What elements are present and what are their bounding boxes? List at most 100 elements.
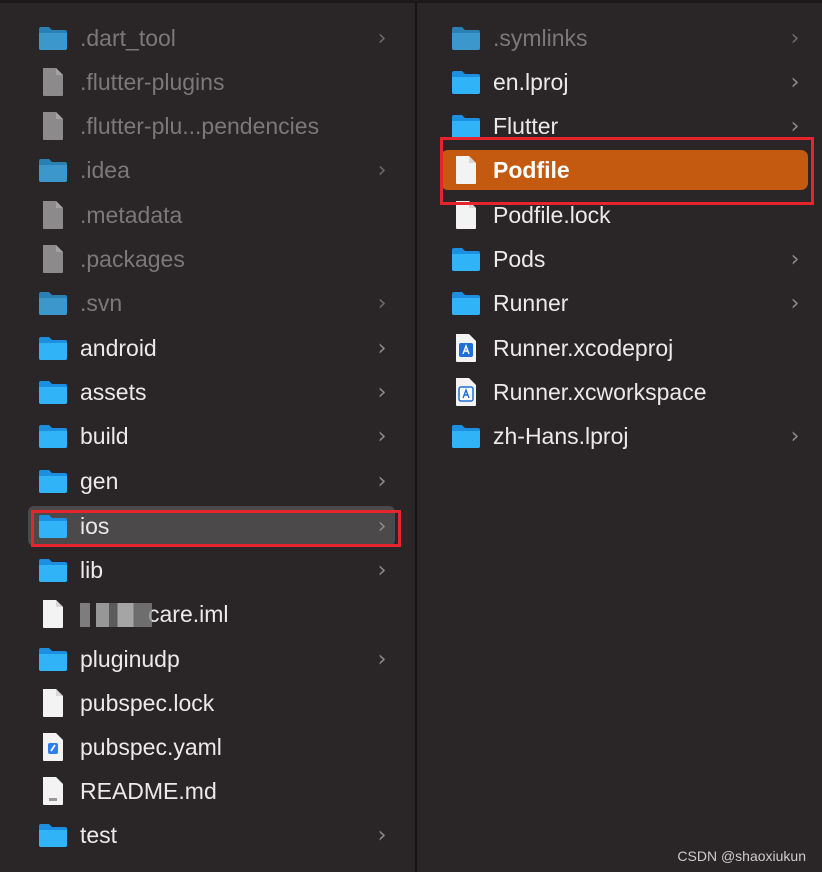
chevron-right-icon: › — [790, 113, 800, 139]
item-label: Pods — [493, 245, 546, 272]
finder-column-project-root[interactable]: .dart_tool › .flutter-plugins .flutter-pl… — [0, 3, 417, 872]
list-item-dart-tool[interactable]: .dart_tool › — [28, 18, 395, 58]
annotation-highlight-podfile — [440, 137, 814, 205]
finder-column-ios[interactable]: .symlinks › en.lproj › Flutter › Podfile Po… — [419, 3, 822, 872]
folder-icon — [451, 23, 481, 53]
item-label: assets — [80, 378, 147, 405]
list-item-en-lproj[interactable]: en.lproj › — [441, 62, 808, 102]
item-label: pluginudp — [80, 645, 180, 672]
yaml-file-icon — [38, 732, 68, 762]
item-label: .flutter-plu...pendencies — [80, 112, 320, 139]
item-label: Runner — [493, 289, 569, 316]
list-item-pubspec-yaml[interactable]: pubspec.yaml — [28, 727, 395, 767]
item-label: .packages — [80, 245, 185, 272]
chevron-right-icon: › — [377, 468, 387, 494]
redacted-text — [80, 602, 152, 627]
chevron-right-icon: › — [377, 157, 387, 183]
item-label: lib — [80, 556, 104, 583]
xcodeproj-icon — [451, 333, 481, 363]
folder-icon — [38, 820, 68, 850]
item-label: .flutter-plugins — [80, 68, 225, 95]
list-item-zh-hans-lproj[interactable]: zh-Hans.lproj › — [441, 416, 808, 456]
annotation-highlight-ios — [31, 510, 401, 547]
list-item-symlinks[interactable]: .symlinks › — [441, 18, 808, 58]
list-item-gen[interactable]: gen › — [28, 461, 395, 501]
folder-icon — [38, 377, 68, 407]
folder-icon — [451, 421, 481, 451]
file-icon — [38, 599, 68, 629]
file-icon — [38, 688, 68, 718]
chevron-right-icon: › — [377, 25, 387, 51]
list-item-packages[interactable]: .packages — [28, 239, 395, 279]
chevron-right-icon: › — [377, 822, 387, 848]
folder-icon — [38, 288, 68, 318]
list-item-assets[interactable]: assets › — [28, 372, 395, 412]
list-item-android[interactable]: android › — [28, 328, 395, 368]
item-label: .dart_tool — [80, 24, 176, 51]
file-icon — [38, 67, 68, 97]
item-label: Flutter — [493, 112, 559, 139]
markdown-file-icon — [38, 776, 68, 806]
list-item-idea[interactable]: .idea › — [28, 150, 395, 190]
chevron-right-icon: › — [377, 557, 387, 583]
chevron-right-icon: › — [377, 335, 387, 361]
item-label: Runner.xcworkspace — [493, 378, 707, 405]
list-item-flutter-plugins-dependencies[interactable]: .flutter-plu...pendencies — [28, 106, 395, 146]
list-item-flutter-plugins[interactable]: .flutter-plugins — [28, 62, 395, 102]
item-label: care.iml — [80, 601, 395, 628]
item-label: Podfile.lock — [493, 201, 611, 228]
item-label: en.lproj — [493, 68, 569, 95]
item-label: zh-Hans.lproj — [493, 422, 629, 449]
list-item-runner[interactable]: Runner › — [441, 283, 808, 323]
chevron-right-icon: › — [377, 646, 387, 672]
folder-icon — [38, 23, 68, 53]
file-icon — [38, 200, 68, 230]
list-item-readme-md[interactable]: README.md — [28, 771, 395, 811]
item-label: .svn — [80, 289, 123, 316]
list-item-pods[interactable]: Pods › — [441, 239, 808, 279]
item-label: pubspec.yaml — [80, 733, 222, 760]
list-item-test[interactable]: test › — [28, 815, 395, 855]
list-item-lib[interactable]: lib › — [28, 550, 395, 590]
list-item-metadata[interactable]: .metadata — [28, 195, 395, 235]
list-item-runner-xcworkspace[interactable]: Runner.xcworkspace — [441, 372, 808, 412]
item-label: build — [80, 422, 129, 449]
folder-icon — [38, 155, 68, 185]
list-item-runner-xcodeproj[interactable]: Runner.xcodeproj — [441, 328, 808, 368]
item-label: pubspec.lock — [80, 689, 215, 716]
folder-icon — [451, 288, 481, 318]
folder-icon — [38, 421, 68, 451]
chevron-right-icon: › — [790, 290, 800, 316]
folder-icon — [451, 244, 481, 274]
file-icon — [38, 244, 68, 274]
item-label: .idea — [80, 156, 130, 183]
item-label: gen — [80, 467, 119, 494]
folder-icon — [38, 333, 68, 363]
item-label: .metadata — [80, 201, 183, 228]
list-item-pluginudp[interactable]: pluginudp › — [28, 639, 395, 679]
chevron-right-icon: › — [377, 423, 387, 449]
list-item-svn[interactable]: .svn › — [28, 283, 395, 323]
list-item-pubspec-lock[interactable]: pubspec.lock — [28, 683, 395, 723]
file-icon — [38, 111, 68, 141]
item-label: Runner.xcodeproj — [493, 334, 674, 361]
item-label: test — [80, 821, 118, 848]
chevron-right-icon: › — [790, 69, 800, 95]
chevron-right-icon: › — [790, 246, 800, 272]
item-label: README.md — [80, 777, 217, 804]
chevron-right-icon: › — [790, 25, 800, 51]
item-label-text: care.iml — [148, 600, 229, 627]
folder-icon — [451, 67, 481, 97]
folder-icon — [38, 644, 68, 674]
chevron-right-icon: › — [790, 423, 800, 449]
list-item-build[interactable]: build › — [28, 416, 395, 456]
list-item-care-iml[interactable]: care.iml — [28, 594, 395, 634]
xcworkspace-icon — [451, 377, 481, 407]
item-label: .symlinks — [493, 24, 588, 51]
chevron-right-icon: › — [377, 379, 387, 405]
watermark: CSDN @shaoxiukun — [677, 848, 806, 864]
item-label: android — [80, 334, 157, 361]
folder-icon — [38, 555, 68, 585]
chevron-right-icon: › — [377, 290, 387, 316]
folder-icon — [38, 466, 68, 496]
